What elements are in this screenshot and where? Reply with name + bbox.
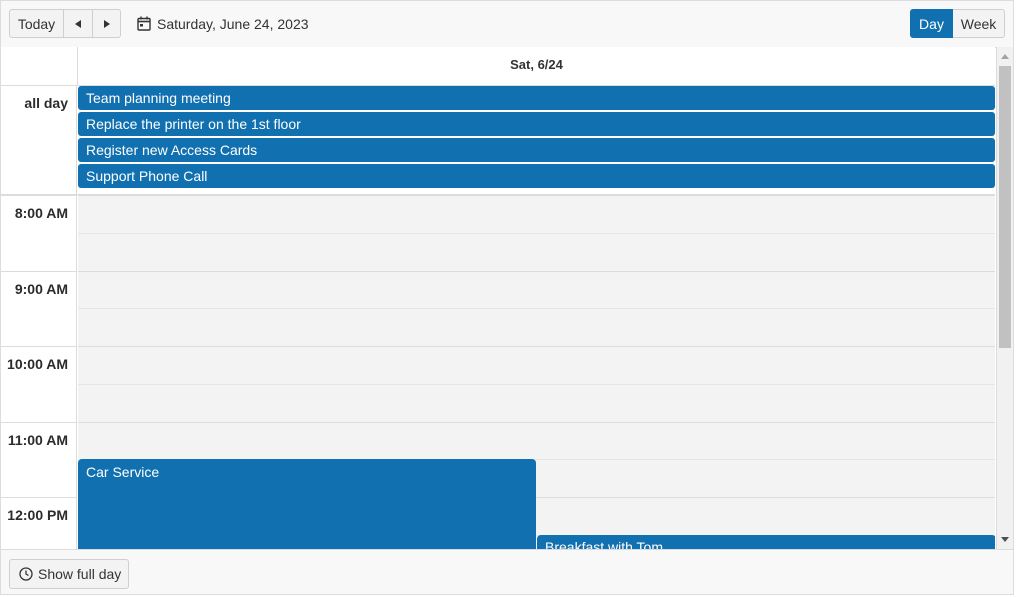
week-view-button[interactable]: Week bbox=[953, 9, 1005, 38]
day-view-button[interactable]: Day bbox=[910, 9, 953, 38]
vertical-scrollbar[interactable] bbox=[996, 47, 1013, 549]
hour-label: 10:00 AM bbox=[1, 346, 77, 422]
clock-icon bbox=[19, 567, 33, 581]
navigation-buttons: Today bbox=[9, 9, 121, 38]
show-full-day-label: Show full day bbox=[38, 566, 122, 582]
hour-label: 11:00 AM bbox=[1, 422, 77, 498]
show-full-day-button[interactable]: Show full day bbox=[9, 559, 129, 589]
date-picker[interactable]: Saturday, June 24, 2023 bbox=[137, 9, 309, 38]
previous-button[interactable] bbox=[64, 9, 93, 38]
time-slot[interactable] bbox=[78, 233, 995, 271]
calendar-event[interactable]: Car Service bbox=[78, 459, 536, 549]
footer: Show full day bbox=[1, 549, 1013, 594]
time-slot[interactable] bbox=[78, 308, 995, 346]
all-day-event[interactable]: Register new Access Cards bbox=[78, 138, 995, 162]
calendar-icon bbox=[137, 16, 151, 31]
today-button[interactable]: Today bbox=[9, 9, 64, 38]
view-switcher: Day Week bbox=[910, 9, 1005, 38]
all-day-label: all day bbox=[1, 86, 77, 194]
time-slot[interactable] bbox=[78, 422, 995, 460]
current-date-label: Saturday, June 24, 2023 bbox=[157, 15, 309, 32]
hour-label: 12:00 PM bbox=[1, 497, 77, 549]
time-slot[interactable] bbox=[78, 271, 995, 309]
hour-label: 8:00 AM bbox=[1, 195, 77, 271]
day-column-header: Sat, 6/24 bbox=[510, 57, 563, 72]
hour-label: 9:00 AM bbox=[1, 271, 77, 347]
day-header-row: Sat, 6/24 bbox=[1, 47, 995, 86]
calendar-event[interactable]: Breakfast with Tom bbox=[537, 535, 995, 549]
all-day-section: all day Team planning meeting Replace th… bbox=[1, 86, 995, 195]
all-day-event[interactable]: Team planning meeting bbox=[78, 86, 995, 110]
scroll-down-arrow-icon[interactable] bbox=[1001, 537, 1009, 542]
triangle-right-icon bbox=[103, 19, 110, 28]
all-day-event[interactable]: Support Phone Call bbox=[78, 164, 995, 188]
triangle-left-icon bbox=[75, 19, 81, 28]
scroll-up-arrow-icon[interactable] bbox=[1001, 54, 1009, 59]
toolbar: Today Saturday, June 24, 2023 Day Week bbox=[1, 1, 1013, 48]
scroll-thumb[interactable] bbox=[999, 66, 1011, 348]
next-button[interactable] bbox=[93, 9, 121, 38]
time-grid: 8:00 AM 9:00 AM 10:00 AM 11:00 AM 12:00 … bbox=[1, 195, 995, 549]
header-corner bbox=[1, 47, 78, 85]
time-slot[interactable] bbox=[78, 384, 995, 422]
scheduler: Today Saturday, June 24, 2023 Day Week S… bbox=[0, 0, 1014, 595]
time-slot[interactable] bbox=[78, 346, 995, 384]
all-day-event[interactable]: Replace the printer on the 1st floor bbox=[78, 112, 995, 136]
time-slot[interactable] bbox=[78, 195, 995, 233]
